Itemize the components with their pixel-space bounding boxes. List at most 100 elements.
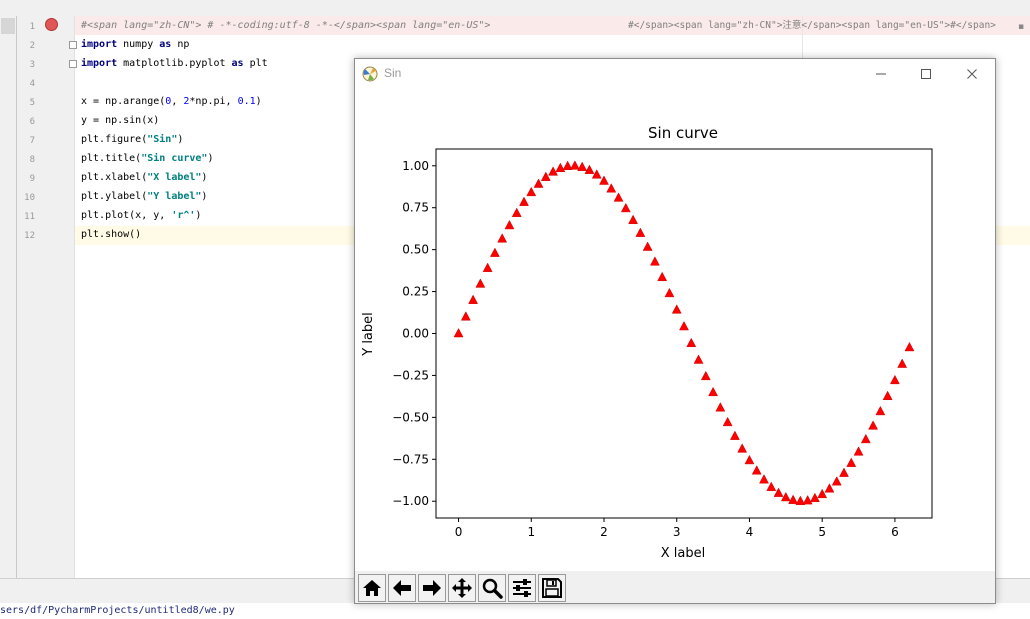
x-tick-label: 2 — [600, 525, 608, 539]
code-token: "X label" — [147, 172, 202, 183]
line-number: 12 — [24, 231, 35, 241]
code-token: plt.ylabel( — [81, 191, 148, 202]
code-token: , — [171, 96, 184, 107]
tool-window-tab[interactable] — [1, 18, 15, 34]
line-number: 11 — [24, 212, 35, 222]
code-line[interactable]: plt.ylabel("Y label") — [81, 187, 207, 206]
editor-tab-bar — [0, 0, 1030, 17]
line-number: 5 — [29, 98, 35, 108]
code-line[interactable]: import numpy as np — [81, 35, 189, 54]
code-token: "Sin curve" — [141, 153, 208, 164]
code-line[interactable]: import matplotlib.pyplot as plt — [81, 54, 268, 73]
code-comment-tail: #</span><span lang="zh-CN">注意</span><spa… — [628, 20, 996, 31]
code-token: as — [159, 39, 172, 50]
x-tick-label: 4 — [746, 525, 754, 539]
figure-canvas[interactable]: Sin curve 0 1 2 3 4 5 6 1.00 0.75 0.50 0.25 0.00 −0… — [355, 89, 995, 571]
arrow-right-icon — [423, 580, 441, 596]
maximize-icon — [921, 69, 931, 79]
sliders-icon — [513, 579, 531, 597]
code-line[interactable]: plt.figure("Sin") — [81, 130, 183, 149]
code-line[interactable]: y = np.sin(x) — [81, 111, 159, 130]
code-line[interactable]: plt.xlabel("X label") — [81, 168, 207, 187]
code-token: np — [171, 39, 190, 50]
line-number: 10 — [24, 193, 35, 203]
y-tick-label: −0.50 — [392, 410, 429, 424]
save-button[interactable] — [538, 574, 566, 602]
line-number: 6 — [29, 117, 35, 127]
code-token: #<span lang="zh-CN"> # -*-coding:utf-8 -… — [81, 20, 491, 31]
minimize-button[interactable] — [858, 59, 904, 89]
line-number: 2 — [29, 41, 35, 51]
figure-window[interactable]: Sin Sin curve 0 1 2 3 4 5 6 1.00 0.75 0.50 0.25 0.… — [354, 58, 996, 604]
fold-marker-icon[interactable] — [69, 41, 77, 49]
line-number: 1 — [29, 22, 35, 32]
navigation-toolbar — [355, 571, 995, 603]
move-icon — [452, 578, 472, 598]
code-token: plt.title( — [81, 153, 142, 164]
x-tick-label: 0 — [455, 525, 463, 539]
window-title: Sin — [384, 66, 402, 80]
home-icon — [363, 580, 381, 596]
window-titlebar[interactable]: Sin — [355, 59, 995, 89]
code-token: x = np.arange( — [81, 96, 166, 107]
line-number: 3 — [29, 60, 35, 70]
code-token: ) — [201, 191, 208, 202]
code-line[interactable]: #<span lang="zh-CN"> # -*-coding:utf-8 -… — [81, 16, 490, 35]
line-number: 4 — [29, 79, 35, 89]
code-line[interactable]: plt.title("Sin curve") — [81, 149, 213, 168]
subplots-button[interactable] — [508, 574, 536, 602]
code-token: matplotlib.pyplot — [117, 58, 232, 69]
code-token: plt — [243, 58, 268, 69]
y-tick-label: 0.00 — [402, 327, 429, 341]
code-token: "Y label" — [147, 191, 202, 202]
code-token: plt.plot(x, y, — [81, 210, 172, 221]
code-token: numpy — [117, 39, 160, 50]
code-token: plt.show() — [81, 229, 142, 240]
y-axis-ticks: 1.00 0.75 0.50 0.25 0.00 −0.25 −0.50 −0.75 −1.00 — [392, 159, 436, 508]
y-tick-label: −0.75 — [392, 452, 429, 466]
breakpoint-icon[interactable] — [45, 18, 58, 31]
code-token: 'r^' — [171, 210, 196, 221]
x-tick-label: 1 — [527, 525, 535, 539]
plot-area — [435, 148, 933, 519]
code-token: 0.1 — [237, 96, 256, 107]
x-axis-ticks: 0 1 2 3 4 5 6 — [455, 518, 899, 539]
x-tick-label: 3 — [673, 525, 681, 539]
code-token: ) — [255, 96, 262, 107]
code-line[interactable]: x = np.arange(0, 2*np.pi, 0.1) — [81, 92, 262, 111]
sin-chart: Sin curve 0 1 2 3 4 5 6 1.00 0.75 0.50 0.25 0.00 −0… — [361, 124, 933, 561]
code-token: "Sin" — [147, 134, 178, 145]
error-stripe-marker-icon[interactable]: ▪ — [1018, 22, 1024, 32]
x-tick-label: 5 — [818, 525, 826, 539]
fold-marker-icon[interactable] — [69, 60, 77, 68]
x-tick-label: 6 — [891, 525, 899, 539]
status-file-path: sers/df/PycharmProjects/untitled8/we.py — [0, 605, 235, 616]
code-token: ) — [207, 153, 214, 164]
back-button[interactable] — [388, 574, 416, 602]
code-token: ) — [195, 210, 202, 221]
line-number: 7 — [29, 136, 35, 146]
floppy-disk-icon — [542, 578, 562, 598]
code-token: import — [81, 58, 118, 69]
y-tick-label: 0.75 — [402, 201, 429, 215]
y-tick-label: −1.00 — [392, 494, 429, 508]
home-button[interactable] — [358, 574, 386, 602]
code-token: plt.xlabel( — [81, 172, 148, 183]
code-line[interactable]: plt.show() — [81, 225, 141, 244]
y-tick-label: 0.25 — [402, 285, 429, 299]
maximize-button[interactable] — [903, 59, 949, 89]
zoom-button[interactable] — [478, 574, 506, 602]
forward-button[interactable] — [418, 574, 446, 602]
code-token: as — [231, 58, 244, 69]
code-token: *np.pi, — [189, 96, 238, 107]
minimize-icon — [876, 73, 886, 75]
code-token: import — [81, 39, 118, 50]
y-axis-label: Y label — [361, 312, 376, 357]
arrow-left-icon — [393, 580, 411, 596]
code-line[interactable]: plt.plot(x, y, 'r^') — [81, 206, 201, 225]
close-button[interactable] — [949, 59, 995, 89]
editor-gutter[interactable]: 1 2 3 4 5 6 7 8 9 10 11 12 — [17, 16, 75, 578]
code-token: plt.figure( — [81, 134, 148, 145]
y-tick-label: 1.00 — [402, 159, 429, 173]
pan-button[interactable] — [448, 574, 476, 602]
